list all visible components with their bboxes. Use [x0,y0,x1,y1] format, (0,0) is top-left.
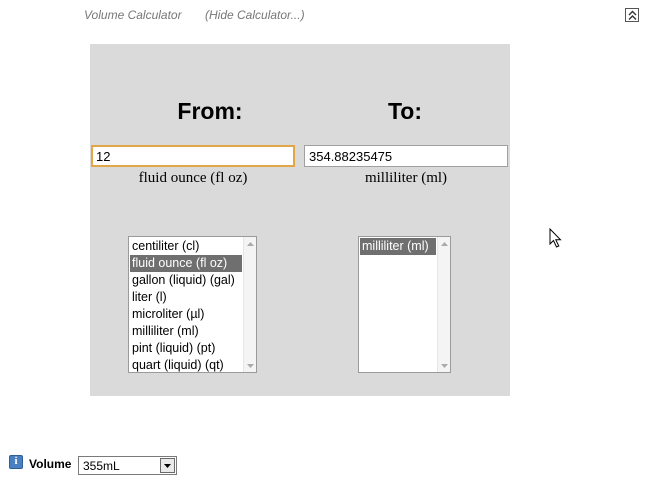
mouse-cursor-icon [549,228,562,248]
chevron-down-icon[interactable] [160,458,175,473]
hide-calculator-link[interactable]: (Hide Calculator...) [205,8,305,22]
unit-option[interactable]: liter (l) [130,289,242,306]
volume-label: Volume [29,457,72,471]
from-value-input[interactable] [91,145,295,167]
to-unit-label: milliliter (ml) [364,170,448,186]
to-heading: To: [387,98,423,124]
from-unit-label: fluid ounce (fl oz) [138,170,248,186]
scroll-down-icon[interactable] [244,359,256,372]
unit-option[interactable]: milliliter (ml) [360,238,436,255]
volume-select-value: 355mL [83,459,120,473]
to-list-scrollbar[interactable] [437,237,450,372]
unit-option[interactable]: pint (liquid) (pt) [130,340,242,357]
collapse-button[interactable] [625,8,639,22]
from-heading: From: [177,98,243,124]
unit-option[interactable]: gallon (liquid) (gal) [130,272,242,289]
from-list-scrollbar[interactable] [243,237,256,372]
unit-option[interactable]: fluid ounce (fl oz) [130,255,242,272]
volume-select[interactable]: 355mL [78,456,177,475]
double-chevron-up-icon [628,10,637,20]
calculator-title: Volume Calculator [84,8,182,22]
scroll-down-icon[interactable] [438,359,450,372]
converter-panel: From: To: fluid ounce (fl oz) milliliter… [90,44,510,396]
to-value-input[interactable] [304,145,508,167]
unit-option[interactable]: microliter (µl) [130,306,242,323]
to-unit-listbox[interactable]: milliliter (ml) [358,236,451,373]
unit-option[interactable]: milliliter (ml) [130,323,242,340]
unit-option[interactable]: centiliter (cl) [130,238,242,255]
from-unit-listbox[interactable]: centiliter (cl) fluid ounce (fl oz) gallon… [128,236,257,373]
scroll-up-icon[interactable] [244,237,256,250]
info-icon[interactable]: i [9,455,23,469]
unit-option[interactable]: quart (liquid) (qt) [130,357,242,372]
scroll-up-icon[interactable] [438,237,450,250]
